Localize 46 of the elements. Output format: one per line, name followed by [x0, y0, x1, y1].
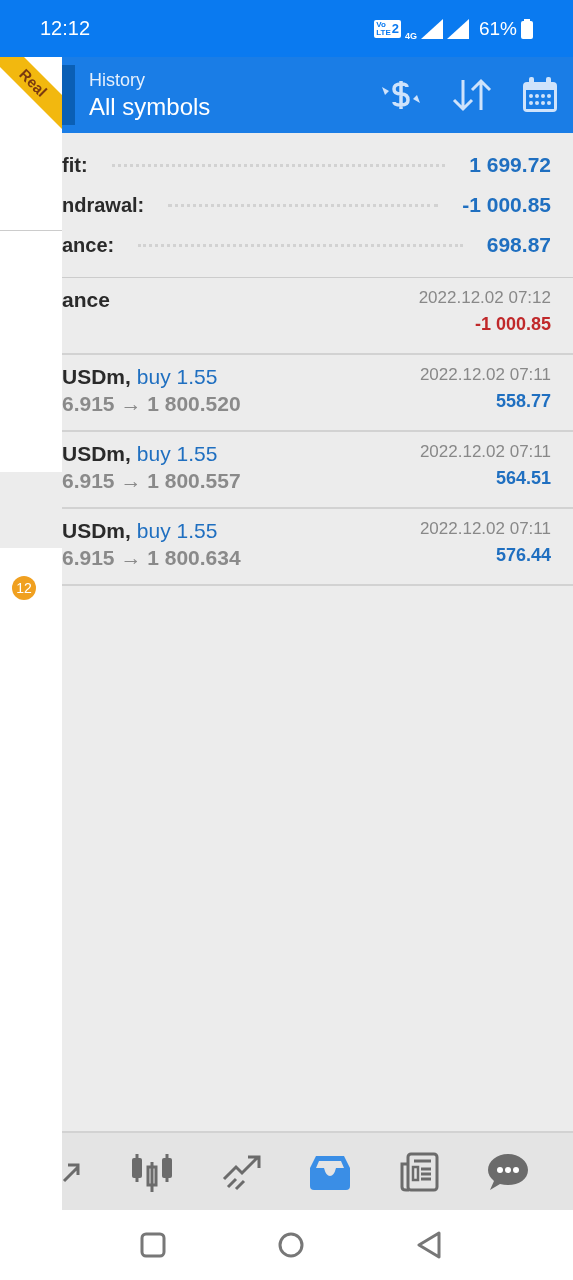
network-type: 4G — [404, 30, 417, 41]
signal-icon — [420, 18, 443, 39]
summary-value: 698.87 — [486, 233, 551, 257]
recent-apps-button[interactable] — [140, 1232, 166, 1258]
inbox-icon[interactable] — [310, 1153, 351, 1190]
deal-prices: 6.915 → 1 800.557 — [62, 469, 241, 493]
battery-icon — [521, 18, 533, 39]
battery-level: 61% — [478, 17, 517, 40]
sort-icon[interactable] — [451, 77, 493, 113]
deal-side: buy 1.55 — [136, 442, 218, 466]
back-button[interactable] — [416, 1231, 442, 1259]
deal-row[interactable]: ance 2022.12.02 07:12 -1 000.85 — [62, 278, 573, 355]
home-button[interactable] — [278, 1232, 304, 1258]
summary-label: ndrawal: — [62, 193, 145, 217]
summary-value: -1 000.85 — [462, 193, 551, 217]
screen-title: History — [89, 69, 146, 91]
clock: 12:12 — [40, 17, 91, 40]
deal-time: 2022.12.02 07:11 — [419, 519, 551, 539]
deal-symbol: USDm, — [62, 442, 131, 466]
deal-row[interactable]: USDm, buy 1.55 6.915 → 1 800.557 2022.12.02 07:11 564.51 — [62, 432, 573, 509]
calendar-icon[interactable] — [521, 76, 559, 114]
deal-result: 576.44 — [495, 545, 551, 566]
newspaper-icon[interactable] — [399, 1151, 440, 1192]
deal-prices: 6.915 → 1 800.634 — [62, 546, 241, 570]
deal-name: ance — [62, 288, 110, 312]
deal-side: buy 1.55 — [136, 519, 218, 543]
deal-result: 564.51 — [495, 468, 551, 489]
deal-symbol: USDm, — [62, 365, 131, 389]
deal-time: 2022.12.02 07:11 — [419, 442, 551, 462]
deal-row[interactable]: USDm, buy 1.55 6.915 → 1 800.520 2022.12.02 07:11 558.77 — [62, 355, 573, 432]
deal-time: 2022.12.02 07:12 — [418, 288, 551, 308]
candlestick-icon[interactable] — [130, 1151, 173, 1192]
deal-time: 2022.12.02 07:11 — [419, 365, 551, 385]
signal-icon — [446, 18, 469, 39]
count-badge: 12 — [12, 576, 36, 600]
deal-side: buy 1.55 — [136, 365, 218, 389]
deal-row[interactable]: USDm, buy 1.55 6.915 → 1 800.634 2022.12.02 07:11 576.44 — [62, 509, 573, 586]
deal-symbol: USDm, — [62, 519, 131, 543]
summary-value: 1 699.72 — [469, 153, 551, 177]
deal-result: 558.77 — [495, 391, 551, 412]
summary-label: ance: — [62, 233, 115, 257]
summary-label: fit: — [62, 153, 88, 177]
chat-icon[interactable] — [488, 1152, 528, 1191]
deal-prices: 6.915 → 1 800.520 — [62, 392, 241, 416]
deal-result: -1 000.85 — [474, 314, 551, 335]
symbol-filter[interactable]: All symbols — [89, 92, 379, 121]
